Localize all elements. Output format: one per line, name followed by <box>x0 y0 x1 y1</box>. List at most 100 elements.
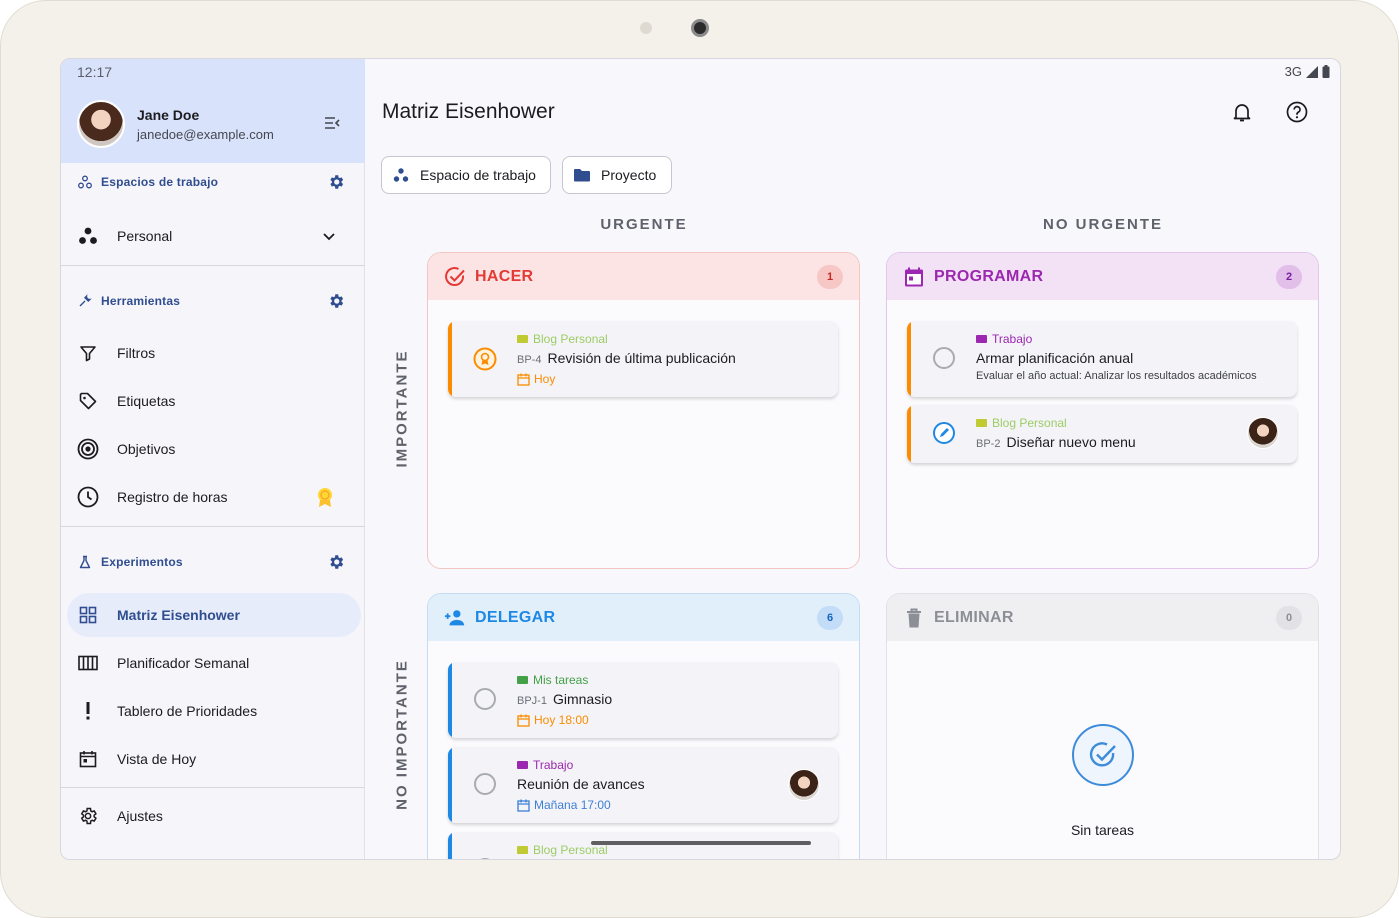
wrench-icon <box>77 293 93 309</box>
task-description: Evaluar el año actual: Analizar los resu… <box>976 370 1257 382</box>
folder-icon <box>976 335 987 343</box>
notifications-bell-icon[interactable] <box>1231 101 1253 123</box>
sidebar-item-weekly-planner[interactable]: Planificador Semanal <box>67 641 361 685</box>
user-email: janedoe@example.com <box>137 127 274 142</box>
tag-icon <box>77 390 99 412</box>
empty-state: Sin tareas <box>887 724 1318 838</box>
workspace-filter-chip[interactable]: Espacio de trabajo <box>381 156 551 194</box>
priority-bar <box>907 321 911 397</box>
assignee-avatar[interactable] <box>788 769 820 801</box>
experiments-section-header: Experimentos <box>77 550 349 574</box>
edit-progress-icon[interactable] <box>932 421 956 445</box>
user-name: Jane Doe <box>137 107 200 123</box>
task-card[interactable]: Blog Personal BP-2 Diseñar nuevo menu <box>907 405 1297 463</box>
task-card[interactable]: Mis tareas BPJ-1 Gimnasio Hoy 18:00 <box>448 662 838 738</box>
task-title: BP-2 Diseñar nuevo menu <box>976 434 1136 450</box>
quadrant-schedule: PROGRAMAR 2 Trabajo Armar planificación … <box>886 252 1319 569</box>
target-icon <box>77 438 99 460</box>
collapse-menu-icon[interactable] <box>323 114 341 132</box>
task-card[interactable]: Trabajo Reunión de avances Mañana 17:00 <box>448 747 838 823</box>
task-checkbox[interactable] <box>474 773 496 795</box>
calendar-clock-icon <box>517 799 530 812</box>
quadrant-do-header: HACER 1 <box>428 253 859 300</box>
task-checkbox[interactable] <box>474 688 496 710</box>
quadrant-eliminate-title: ELIMINAR <box>934 609 1014 626</box>
flask-icon <box>77 554 93 570</box>
calendar-icon <box>905 267 923 287</box>
task-project: Mis tareas <box>517 673 588 687</box>
empty-check-icon <box>1071 724 1134 786</box>
sidebar-item-goals[interactable]: Objetivos <box>67 427 361 471</box>
tools-label: Herramientas <box>101 294 181 308</box>
empty-state-label: Sin tareas <box>1070 822 1135 838</box>
in-progress-badge-icon[interactable] <box>472 346 498 372</box>
gear-icon <box>77 805 99 827</box>
folder-icon <box>517 335 528 343</box>
check-circle-icon <box>445 267 465 287</box>
quadrant-eliminate: ELIMINAR 0 Sin tareas <box>886 593 1319 859</box>
sidebar-item-time-log[interactable]: Registro de horas <box>67 475 361 519</box>
sidebar-item-tags[interactable]: Etiquetas <box>67 379 361 423</box>
task-checkbox[interactable] <box>933 347 955 369</box>
workspaces-gear-icon[interactable] <box>327 173 345 191</box>
signal-icon <box>1306 65 1318 78</box>
sidebar-item-label: Matriz Eisenhower <box>117 607 240 623</box>
workspace-selector[interactable]: Personal <box>67 214 361 258</box>
sidebar-item-today-view[interactable]: Vista de Hoy <box>67 737 361 781</box>
task-due-date: Hoy <box>517 372 555 386</box>
main-content: 3G Matriz Eisenhower Espacio de trabajo … <box>365 59 1340 859</box>
task-card[interactable]: Trabajo Armar planificación anual Evalua… <box>907 321 1297 397</box>
navigation-drawer: 12:17 Jane Doe janedoe@example.com Espac… <box>61 59 365 859</box>
task-checkbox[interactable] <box>474 858 496 859</box>
experiments-label: Experimentos <box>101 555 183 569</box>
sidebar-item-eisenhower[interactable]: Matriz Eisenhower <box>67 593 361 637</box>
quadrant-do-title: HACER <box>475 268 534 285</box>
app-screen: 12:17 Jane Doe janedoe@example.com Espac… <box>60 58 1341 860</box>
add-person-icon <box>444 610 465 626</box>
filter-icon <box>77 342 99 364</box>
quadrant-delegate-count: 6 <box>817 606 843 630</box>
task-project: Trabajo <box>976 332 1032 346</box>
workspaces-section-header: Espacios de trabajo <box>77 170 349 194</box>
status-time: 12:17 <box>77 64 113 80</box>
sidebar-item-label: Vista de Hoy <box>117 751 197 767</box>
quadrant-do-count: 1 <box>817 265 843 289</box>
task-title: BP-4 Revisión de última publicación <box>517 350 736 366</box>
priority-bar <box>448 321 452 397</box>
help-icon[interactable] <box>1286 101 1308 123</box>
sidebar-divider <box>61 787 365 788</box>
project-filter-chip[interactable]: Proyecto <box>562 156 672 194</box>
columns-icon <box>77 652 99 674</box>
workspace-dots-icon <box>392 166 410 184</box>
clock-icon <box>77 486 99 508</box>
column-header-not-urgent: NO URGENTE <box>1042 216 1163 233</box>
sidebar-divider <box>61 526 365 527</box>
quadrant-delegate-title: DELEGAR <box>475 609 556 626</box>
sidebar-item-filters[interactable]: Filtros <box>67 331 361 375</box>
column-header-urgent: URGENTE <box>600 216 688 233</box>
experiments-gear-icon[interactable] <box>327 553 345 571</box>
premium-badge-icon <box>318 488 332 507</box>
sidebar-item-settings[interactable]: Ajustes <box>67 794 361 838</box>
row-header-important: IMPORTANTE <box>393 349 411 468</box>
user-header: 12:17 Jane Doe janedoe@example.com <box>61 59 365 163</box>
priority-bar <box>907 405 911 463</box>
sidebar-item-priority-board[interactable]: Tablero de Prioridades <box>67 689 361 733</box>
task-project: Blog Personal <box>976 416 1067 430</box>
assignee-avatar[interactable] <box>1247 417 1279 449</box>
workspaces-label: Espacios de trabajo <box>101 175 219 189</box>
task-card[interactable]: Blog Personal <box>448 832 838 859</box>
workspace-dots-icon <box>77 225 99 247</box>
quadrant-schedule-header: PROGRAMAR 2 <box>887 253 1318 300</box>
tablet-frame: 12:17 Jane Doe janedoe@example.com Espac… <box>0 0 1399 918</box>
sidebar-item-label: Tablero de Prioridades <box>117 703 258 719</box>
sidebar-item-label: Etiquetas <box>117 393 176 409</box>
task-title: Reunión de avances <box>517 776 645 792</box>
task-card[interactable]: Blog Personal BP-4 Revisión de última pub… <box>448 321 838 397</box>
page-title: Matriz Eisenhower <box>382 100 555 123</box>
user-avatar[interactable] <box>77 100 125 148</box>
trash-icon <box>907 608 921 628</box>
tools-gear-icon[interactable] <box>327 292 345 310</box>
calendar-icon <box>517 373 530 386</box>
home-indicator[interactable] <box>591 841 811 845</box>
